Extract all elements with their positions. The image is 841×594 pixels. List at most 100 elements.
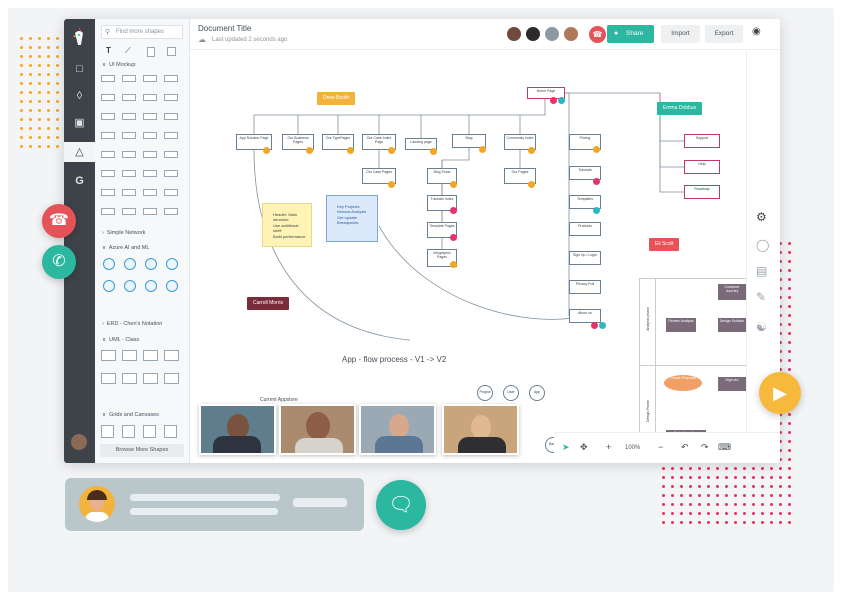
- flow-node-signup[interactable]: Sign Up / Login: [569, 251, 601, 265]
- swimlane-box[interactable]: High rev: [718, 377, 746, 391]
- sticky-note-yellow[interactable]: Header: Main structure Use additional sh…: [262, 203, 312, 247]
- library-shape[interactable]: [122, 75, 136, 82]
- flow-node-app[interactable]: App: [529, 385, 545, 401]
- library-shape[interactable]: [143, 208, 157, 215]
- basic-shape-text-tool[interactable]: T: [106, 46, 111, 55]
- swimlane-box[interactable]: Customer Journey: [718, 284, 746, 300]
- chat-bubble-icon[interactable]: 🗨: [376, 480, 426, 530]
- section-azure-ai-ml[interactable]: ∨ Azure AI and ML: [102, 245, 149, 251]
- library-shape[interactable]: [166, 280, 178, 292]
- library-shape[interactable]: [101, 208, 115, 215]
- video-camera-icon[interactable]: ▶: [759, 372, 801, 414]
- pointer-icon[interactable]: ➤: [562, 442, 570, 453]
- phone-icon[interactable]: ✆: [42, 245, 76, 279]
- library-shape[interactable]: [101, 113, 115, 120]
- shape-search-input[interactable]: ⚲ Find more shapes: [101, 25, 183, 39]
- library-shape[interactable]: [122, 132, 136, 139]
- library-shape[interactable]: [164, 94, 178, 101]
- library-shape[interactable]: [145, 280, 157, 292]
- library-shape[interactable]: [101, 425, 114, 438]
- library-shape[interactable]: [164, 170, 178, 177]
- document-title[interactable]: Document Title: [198, 24, 251, 33]
- google-icon[interactable]: G: [71, 173, 88, 190]
- library-shape[interactable]: [103, 280, 115, 292]
- collaborator-avatar[interactable]: [506, 26, 522, 42]
- image-icon[interactable]: ▣: [71, 115, 88, 132]
- flow-node-support[interactable]: Support: [684, 134, 720, 148]
- flow-node-user[interactable]: User: [503, 385, 519, 401]
- undo-icon[interactable]: ↶: [681, 442, 689, 453]
- library-shape[interactable]: [101, 170, 115, 177]
- browse-more-shapes-button[interactable]: Browse More Shapes: [100, 444, 184, 457]
- video-tile[interactable]: [442, 404, 519, 455]
- library-shape[interactable]: [143, 75, 157, 82]
- library-shape[interactable]: [143, 170, 157, 177]
- library-shape[interactable]: [122, 189, 136, 196]
- flow-node-privacy[interactable]: Privacy Poli: [569, 280, 601, 294]
- export-button[interactable]: Export: [705, 25, 743, 43]
- library-shape[interactable]: [122, 373, 137, 384]
- library-shape[interactable]: [164, 189, 178, 196]
- collaborator-avatar[interactable]: [563, 26, 579, 42]
- library-shape[interactable]: [122, 208, 136, 215]
- eye-icon[interactable]: ◉: [752, 26, 761, 37]
- video-tile[interactable]: [279, 404, 356, 455]
- comment-icon[interactable]: ◯: [756, 238, 769, 252]
- library-shape[interactable]: [164, 132, 178, 139]
- share-button[interactable]: ● Share: [607, 25, 654, 43]
- library-shape[interactable]: [101, 151, 115, 158]
- library-shape[interactable]: [122, 425, 135, 438]
- flow-node-help[interactable]: Help: [684, 160, 720, 174]
- end-call-icon[interactable]: ☎: [589, 26, 606, 43]
- keyboard-icon[interactable]: ⌨: [718, 442, 731, 453]
- shapes-icon[interactable]: △: [64, 142, 95, 162]
- notes-icon[interactable]: ▤: [756, 264, 767, 278]
- video-tile[interactable]: [199, 404, 276, 455]
- library-shape[interactable]: [164, 350, 179, 361]
- section-grids-canvases[interactable]: ∨ Grids and Canvases: [102, 412, 159, 418]
- redo-icon[interactable]: ↷: [701, 442, 709, 453]
- move-icon[interactable]: ✥: [580, 442, 588, 453]
- basic-shape-square[interactable]: [167, 47, 176, 56]
- library-shape[interactable]: [145, 258, 157, 270]
- library-shape[interactable]: [143, 189, 157, 196]
- flow-node-project[interactable]: Project: [477, 385, 493, 401]
- flow-node-roadmap[interactable]: Roadmap: [684, 185, 720, 199]
- library-shape[interactable]: [164, 75, 178, 82]
- library-shape[interactable]: [143, 132, 157, 139]
- library-shape[interactable]: [101, 94, 115, 101]
- video-tile[interactable]: [359, 404, 436, 455]
- library-shape[interactable]: [143, 425, 156, 438]
- section-ui-mockup[interactable]: ∨ UI Mockup: [102, 62, 135, 68]
- library-shape[interactable]: [143, 373, 158, 384]
- library-shape[interactable]: [122, 350, 137, 361]
- library-shape[interactable]: [124, 258, 136, 270]
- library-shape[interactable]: [122, 94, 136, 101]
- library-shape[interactable]: [164, 151, 178, 158]
- diagram-canvas[interactable]: Home Page App Solution Page Our Business P…: [190, 50, 746, 463]
- basic-shape-page[interactable]: [147, 47, 155, 57]
- swimlane-box[interactable]: Create Proposal: [664, 375, 702, 391]
- library-shape[interactable]: [124, 280, 136, 292]
- collaborator-avatar[interactable]: [544, 26, 560, 42]
- library-shape[interactable]: [164, 425, 177, 438]
- library-shape[interactable]: [166, 258, 178, 270]
- swimlane-box[interactable]: Design Solution: [718, 318, 746, 332]
- library-shape[interactable]: [122, 170, 136, 177]
- collaborator-avatar[interactable]: [525, 26, 541, 42]
- library-shape[interactable]: [122, 151, 136, 158]
- library-shape[interactable]: [101, 189, 115, 196]
- phone-hangup-icon[interactable]: ☎: [42, 204, 76, 238]
- folder-icon[interactable]: □: [71, 61, 88, 78]
- swimlane-box[interactable]: Review Analysis: [666, 318, 696, 332]
- library-shape[interactable]: [164, 373, 179, 384]
- library-shape[interactable]: [164, 208, 178, 215]
- shape-settings-icon[interactable]: ⚙: [756, 210, 767, 224]
- import-button[interactable]: Import: [661, 25, 700, 43]
- library-shape[interactable]: [101, 132, 115, 139]
- zoom-level[interactable]: 100%: [625, 445, 640, 451]
- library-shape[interactable]: [101, 75, 115, 82]
- share-network-icon[interactable]: ☯: [756, 320, 767, 334]
- library-shape[interactable]: [122, 113, 136, 120]
- section-uml-class[interactable]: ∨ UML - Class: [102, 337, 139, 343]
